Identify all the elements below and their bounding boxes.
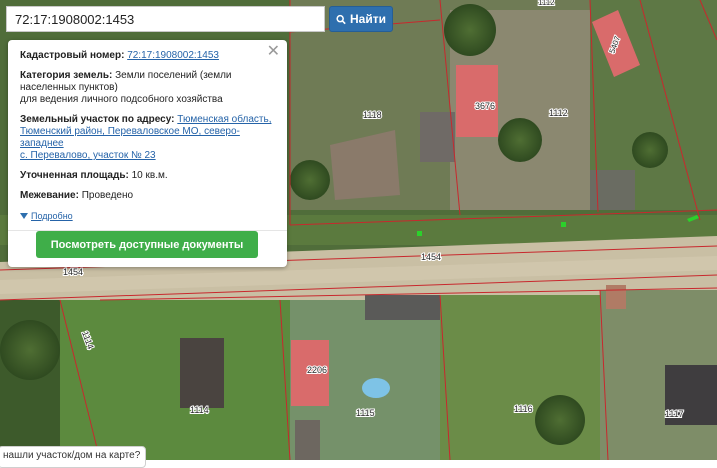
more-details-toggle[interactable]: Подробно <box>20 210 275 222</box>
tree-cluster <box>0 320 60 380</box>
cadastral-number-link[interactable]: 72:17:1908002:1453 <box>127 50 219 61</box>
cadastral-row: Кадастровый номер: 72:17:1908002:1453 <box>20 50 275 62</box>
address-row: Земельный участок по адресу: Тюменская о… <box>20 114 275 162</box>
area-value: 10 кв.м. <box>131 170 168 181</box>
address-link-line1[interactable]: Тюменская область, <box>177 114 271 125</box>
address-link-line2[interactable]: Тюменский район, Переваловское МО, север… <box>20 126 240 149</box>
area-row: Уточненная площадь: 10 кв.м. <box>20 170 275 182</box>
parcel-label: 1112 <box>549 108 568 118</box>
address-label: Земельный участок по адресу: <box>20 114 175 125</box>
address-link-line3[interactable]: с. Перевалово, участок № 23 <box>20 150 156 161</box>
parcel-label: 2206 <box>307 365 327 375</box>
survey-label: Межевание: <box>20 190 79 201</box>
close-icon[interactable]: ✕ <box>267 44 280 60</box>
category-value-line2: населенных пунктов) <box>20 82 118 93</box>
tree-cluster <box>535 395 585 445</box>
search-icon <box>336 14 346 24</box>
marker <box>561 222 566 227</box>
parcel-label: 1112 <box>538 0 555 7</box>
pool <box>362 378 390 398</box>
house-roof <box>180 338 224 408</box>
view-documents-button[interactable]: Посмотреть доступные документы <box>36 231 258 258</box>
cadastral-label: Кадастровый номер: <box>20 50 125 61</box>
shed-roof <box>295 420 320 460</box>
tree-cluster <box>498 118 542 162</box>
parcel-label: 1116 <box>514 404 533 414</box>
tree-cluster <box>444 4 496 56</box>
area-label: Уточненная площадь: <box>20 170 129 181</box>
tree-cluster <box>290 160 330 200</box>
parcel-label: 1454 <box>421 252 441 262</box>
triangle-down-icon <box>20 213 28 219</box>
more-details-link[interactable]: Подробно <box>31 210 73 222</box>
tree-cluster <box>632 132 668 168</box>
parcel-label: 1454 <box>63 267 83 277</box>
category-value-line1: Земли поселений (земли <box>115 70 232 81</box>
search-button-label: Найти <box>350 12 386 26</box>
search-bar: Найти <box>6 6 395 33</box>
small-roof <box>606 285 626 309</box>
search-input[interactable] <box>6 6 325 32</box>
category-value-line3: для ведения личного подсобного хозяйства <box>20 94 223 105</box>
garage-roof <box>365 295 440 320</box>
survey-row: Межевание: Проведено <box>20 190 275 202</box>
category-label: Категория земель: <box>20 70 113 81</box>
found-parcel-tip[interactable]: нашли участок/дом на карте? <box>0 446 146 468</box>
parcel-label: 1117 <box>665 409 684 419</box>
parcel-label: 1114 <box>190 405 209 415</box>
category-row: Категория земель: Земли поселений (земли… <box>20 70 275 106</box>
parcel-label: 3676 <box>475 101 495 111</box>
parcel-label: 1115 <box>356 408 375 418</box>
marker <box>417 231 422 236</box>
parcel-info-panel: ✕ Кадастровый номер: 72:17:1908002:1453 … <box>8 40 287 267</box>
survey-value: Проведено <box>81 190 134 201</box>
shed-roof <box>420 112 455 162</box>
parcel-label: 1118 <box>363 110 382 120</box>
search-button[interactable]: Найти <box>329 6 393 32</box>
